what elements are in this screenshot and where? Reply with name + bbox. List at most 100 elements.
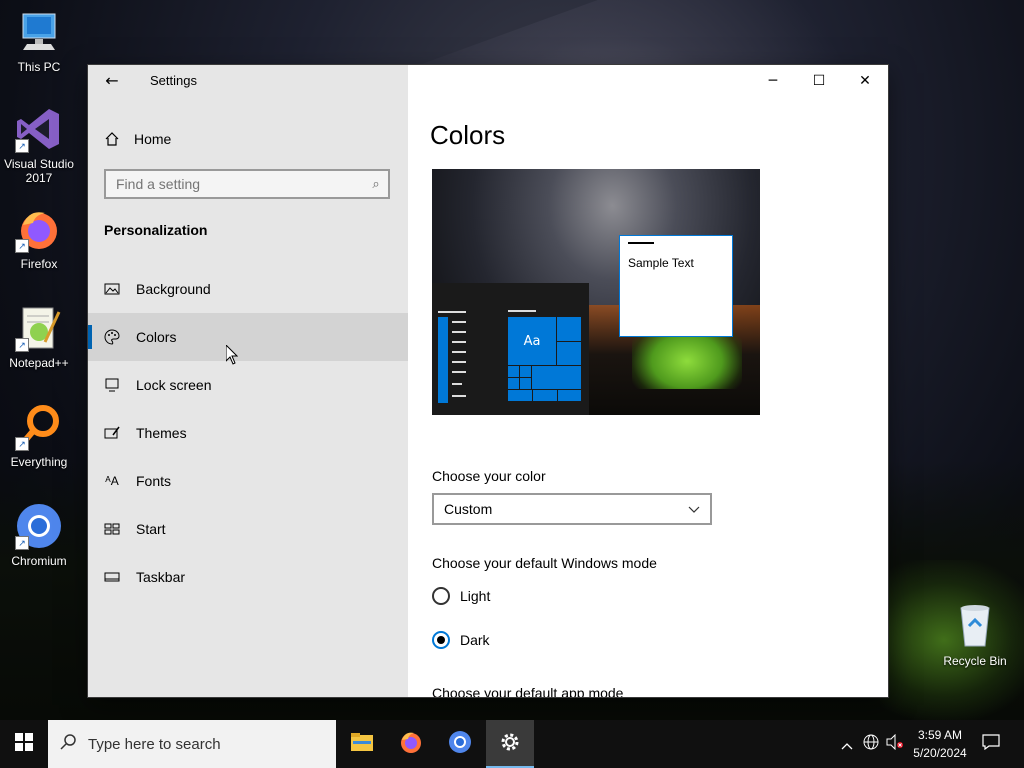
windows-logo-icon xyxy=(15,733,33,755)
tray-volume-button[interactable] xyxy=(884,720,906,768)
desktop-icon-label: Visual Studio 2017 xyxy=(4,157,74,185)
preview-tile xyxy=(507,377,520,390)
tray-overflow-button[interactable] xyxy=(836,720,858,768)
back-arrow-icon: ← xyxy=(105,71,119,90)
sidebar-item-start[interactable]: Start xyxy=(88,505,408,553)
windows-mode-label: Choose your default Windows mode xyxy=(432,555,657,571)
shortcut-arrow-icon: ↗ xyxy=(15,437,29,451)
action-center-button[interactable] xyxy=(978,720,1004,768)
clock-time: 3:59 AM xyxy=(917,728,963,742)
notepadpp-icon: ↗ xyxy=(15,304,63,352)
preview-tile xyxy=(519,365,532,378)
taskbar-clock[interactable]: 3:59 AM 5/20/2024 xyxy=(904,726,976,762)
themes-icon xyxy=(104,425,120,441)
desktop-icon-label: Chromium xyxy=(11,554,67,568)
mouse-cursor-icon xyxy=(225,343,239,365)
taskbar-search-placeholder: Type here to search xyxy=(88,735,221,753)
everything-icon: ↗ xyxy=(15,403,63,451)
notification-icon xyxy=(982,734,1000,754)
preview-sample-window: Sample Text xyxy=(619,235,733,337)
settings-sidebar: ← Settings Home ⌕ Personalization Backgr… xyxy=(88,65,408,697)
desktop-icon-label: Notepad++ xyxy=(9,356,69,370)
preview-sample-titlebar xyxy=(628,242,654,244)
settings-icon xyxy=(499,731,521,757)
home-icon xyxy=(104,131,120,147)
palette-icon xyxy=(104,329,120,345)
desktop-icon-everything[interactable]: ↗ Everything xyxy=(0,403,78,469)
sidebar-home-label: Home xyxy=(134,131,172,147)
settings-search-input[interactable] xyxy=(106,175,364,193)
shortcut-arrow-icon: ↗ xyxy=(15,139,29,153)
preview-tile xyxy=(519,377,532,390)
search-icon xyxy=(60,734,76,754)
sidebar-item-label: Taskbar xyxy=(136,569,186,585)
sidebar-item-lock-screen[interactable]: Lock screen xyxy=(88,361,408,409)
sidebar-home[interactable]: Home xyxy=(104,125,171,153)
sidebar-item-background[interactable]: Background xyxy=(88,265,408,313)
sidebar-item-label: Lock screen xyxy=(136,377,212,393)
speaker-muted-icon xyxy=(886,733,904,754)
desktop-icon-firefox[interactable]: ↗ Firefox xyxy=(0,205,78,271)
taskbar-firefox[interactable] xyxy=(387,720,435,768)
desktop-icon-this-pc[interactable]: This PC xyxy=(0,8,78,74)
shortcut-arrow-icon: ↗ xyxy=(15,536,29,550)
settings-content: Colors Aa Sample Text Choose your color … xyxy=(408,65,888,697)
recycle-bin-icon xyxy=(951,602,999,650)
desktop-icon-label: Recycle Bin xyxy=(943,654,1007,668)
choose-color-value: Custom xyxy=(444,501,493,517)
taskbar-chromium[interactable] xyxy=(436,720,484,768)
firefox-icon: ↗ xyxy=(15,205,63,253)
start-button[interactable] xyxy=(0,720,48,768)
preview-tile xyxy=(556,341,582,366)
desktop-icon-label: Everything xyxy=(10,455,68,469)
windows-mode-dark-radio[interactable]: Dark xyxy=(432,631,490,649)
taskbar-search-box[interactable]: Type here to search xyxy=(48,720,336,768)
desktop-icon-notepadpp[interactable]: ↗ Notepad++ xyxy=(0,304,78,370)
sidebar-nav: Background Colors Lock screen Themes ᴬA … xyxy=(88,265,408,601)
this-pc-icon xyxy=(15,8,63,56)
sidebar-item-colors[interactable]: Colors xyxy=(88,313,408,361)
shortcut-arrow-icon: ↗ xyxy=(15,338,29,352)
preview-start-column xyxy=(438,317,448,403)
clock-date: 5/20/2024 xyxy=(913,746,967,760)
sidebar-item-fonts[interactable]: ᴬA Fonts xyxy=(88,457,408,505)
preview-sample-text: Sample Text xyxy=(628,256,694,270)
choose-color-label: Choose your color xyxy=(432,468,546,484)
settings-window: ← Settings Home ⌕ Personalization Backgr… xyxy=(88,65,888,697)
sidebar-section-title: Personalization xyxy=(104,222,208,238)
desktop-icon-chromium[interactable]: ↗ Chromium xyxy=(0,502,78,568)
settings-search-box[interactable]: ⌕ xyxy=(104,169,390,199)
preview-tile-aa: Aa xyxy=(507,316,557,366)
choose-color-dropdown[interactable]: Custom xyxy=(432,493,712,525)
taskbar: Type here to search 3:59 AM 5/20/2024 xyxy=(0,720,1024,768)
preview-tile xyxy=(556,316,582,342)
back-button[interactable]: ← xyxy=(100,70,124,94)
firefox-icon xyxy=(399,730,423,758)
taskbar-settings[interactable] xyxy=(486,720,534,768)
chromium-icon xyxy=(448,730,472,758)
preview-tile xyxy=(507,365,520,378)
sidebar-item-themes[interactable]: Themes xyxy=(88,409,408,457)
taskbar-icon xyxy=(104,569,120,585)
globe-icon xyxy=(863,734,879,754)
preview-start-menu: Aa xyxy=(432,283,589,415)
visual-studio-icon: ↗ xyxy=(15,105,63,153)
preview-tile xyxy=(557,389,582,402)
start-icon xyxy=(104,521,120,537)
preview-tile-header xyxy=(508,310,536,312)
fonts-icon: ᴬA xyxy=(105,474,119,488)
lock-screen-icon xyxy=(104,377,120,393)
sidebar-item-taskbar[interactable]: Taskbar xyxy=(88,553,408,601)
taskbar-file-explorer[interactable] xyxy=(338,720,386,768)
tray-network-button[interactable] xyxy=(860,720,882,768)
preview-tile xyxy=(531,365,582,390)
preview-tile xyxy=(532,389,558,402)
radio-circle xyxy=(432,587,450,605)
desktop-icon-recycle-bin[interactable]: Recycle Bin xyxy=(936,602,1014,668)
app-mode-label: Choose your default app mode xyxy=(432,685,624,697)
desktop-icon-visual-studio[interactable]: ↗ Visual Studio 2017 xyxy=(0,105,78,185)
windows-mode-light-radio[interactable]: Light xyxy=(432,587,490,605)
file-explorer-icon xyxy=(351,733,373,755)
sidebar-item-label: Colors xyxy=(136,329,177,345)
chromium-icon: ↗ xyxy=(15,502,63,550)
